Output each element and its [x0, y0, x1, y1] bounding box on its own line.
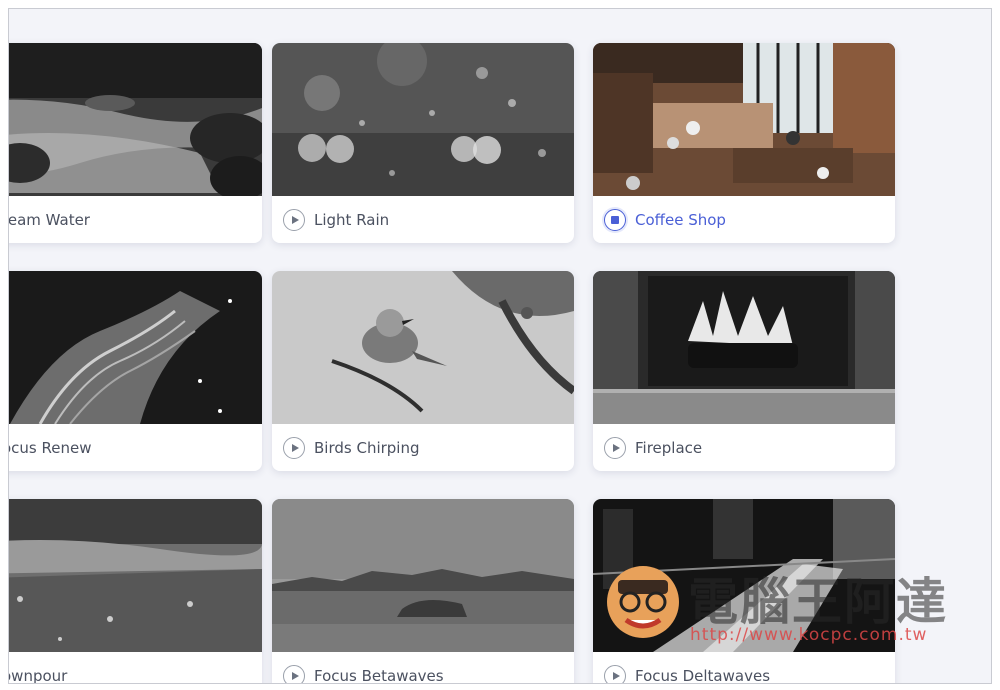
birds-chirping-thumbnail	[272, 271, 574, 424]
sound-name: Focus Deltawaves	[635, 666, 771, 684]
light-rain-thumbnail	[272, 43, 574, 196]
sound-card-fireplace[interactable]: Fireplace	[593, 271, 895, 471]
sound-card-focus-betawaves[interactable]: Focus Betawaves	[272, 499, 574, 684]
downpour-thumbnail	[9, 499, 262, 652]
stop-icon[interactable]	[604, 208, 626, 231]
play-icon[interactable]	[604, 436, 626, 459]
sound-card-coffee-shop[interactable]: Coffee Shop	[593, 43, 895, 243]
sound-card-birds-chirping[interactable]: Birds Chirping	[272, 271, 574, 471]
site-watermark: 電腦王阿達 http://www.kocpc.com.tw	[598, 550, 968, 660]
sound-name: Fireplace	[635, 438, 703, 457]
sound-card-downpour[interactable]: ownpour	[8, 499, 262, 684]
watermark-title: 電腦王阿達	[688, 573, 948, 631]
sound-card-stream-water[interactable]: ream Water	[8, 43, 262, 243]
sound-name: Coffee Shop	[635, 210, 726, 229]
play-icon[interactable]	[283, 436, 305, 459]
sound-name: ocus Renew	[8, 438, 92, 457]
focus-betawaves-thumbnail	[272, 499, 574, 652]
stream-water-thumbnail	[9, 43, 262, 196]
sound-name: Focus Betawaves	[314, 666, 444, 684]
play-icon[interactable]	[283, 664, 305, 683]
watermark-url: http://www.kocpc.com.tw	[690, 625, 928, 645]
play-icon[interactable]	[283, 208, 305, 231]
sound-name: Birds Chirping	[314, 438, 420, 457]
play-icon[interactable]	[604, 664, 626, 683]
sound-name: ownpour	[8, 666, 68, 684]
fireplace-thumbnail	[593, 271, 895, 424]
coffee-shop-thumbnail	[593, 43, 895, 196]
sound-card-light-rain[interactable]: Light Rain	[272, 43, 574, 243]
sound-name: ream Water	[8, 210, 90, 229]
sound-card-focus-renew[interactable]: ocus Renew	[8, 271, 262, 471]
sound-name: Light Rain	[314, 210, 390, 229]
focus-renew-thumbnail	[9, 271, 262, 424]
